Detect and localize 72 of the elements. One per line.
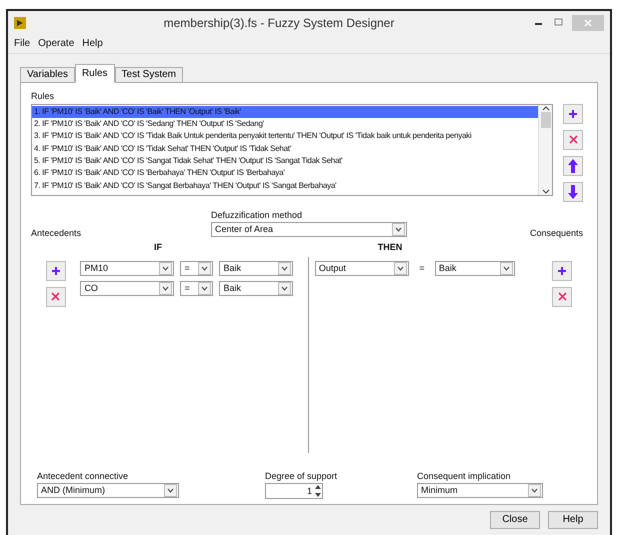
caret-icon	[164, 484, 177, 497]
plus-icon	[557, 266, 568, 276]
close-icon	[51, 292, 60, 302]
window-title: membership(3).fs - Fuzzy System Designer	[162, 16, 396, 30]
delete-consequent-button[interactable]	[552, 286, 572, 307]
rule-item[interactable]: 1. IF 'PM10' IS 'Baik' AND 'CO' IS 'Baik' THEN 'Output' IS 'Baik'	[32, 106, 538, 118]
add-consequent-button[interactable]	[552, 260, 572, 281]
menu-item[interactable]: Operate	[38, 38, 74, 50]
support-spinner[interactable]: 1	[265, 482, 323, 499]
support-label: Degree of support	[265, 470, 338, 481]
add-antecedent-button[interactable]	[46, 260, 66, 281]
move-down-button[interactable]	[563, 182, 583, 202]
implication-label: Consequent implication	[417, 470, 512, 481]
delete-rule-button[interactable]	[563, 130, 583, 150]
chevron-up-icon[interactable]	[542, 104, 550, 111]
caret-icon	[159, 282, 172, 295]
dropdown[interactable]: AND (Minimum)	[37, 482, 179, 498]
close-icon	[558, 292, 567, 302]
tab[interactable]: Variables	[20, 66, 75, 83]
rules-list[interactable]	[31, 104, 553, 196]
rule-item[interactable]: 3. IF 'PM10' IS 'Baik' AND 'CO' IS 'Tidak Baik Untuk penderita penyakit tertentu' THEN 'Output' IS 'Tidak baik untuk penderita penyaki	[32, 130, 538, 143]
caret-icon	[528, 484, 541, 497]
caret-icon	[500, 262, 513, 275]
app-icon	[14, 16, 26, 29]
menu-item[interactable]: Help	[82, 38, 103, 50]
dropdown[interactable]: PM10	[80, 260, 174, 276]
plus-icon	[568, 108, 578, 119]
caret-icon	[394, 262, 407, 275]
dropdown[interactable]: Baik	[219, 260, 294, 276]
rule-item[interactable]: 6. IF 'PM10' IS 'Baik' AND 'CO' IS 'Berbahaya' THEN 'Output' IS 'Berbahaya'	[32, 167, 538, 180]
if-label: IF	[154, 242, 162, 252]
dialog-button[interactable]: Help	[548, 510, 598, 529]
menu-item[interactable]: File	[14, 38, 30, 50]
then-label: THEN	[378, 242, 402, 252]
rule-item[interactable]: 5. IF 'PM10' IS 'Baik' AND 'CO' IS 'Sangat Tidak Sehat' THEN 'Output' IS 'Sangat Tidak Sehat'	[32, 155, 538, 168]
plus-icon	[50, 266, 61, 276]
scroll-thumb[interactable]	[540, 112, 550, 128]
caret-icon	[278, 262, 292, 275]
dropdown[interactable]: Output	[314, 260, 409, 276]
scrollbar[interactable]	[538, 104, 552, 195]
arrow-down-icon	[568, 184, 578, 199]
rule-item[interactable]: 2. IF 'PM10' IS 'Baik' AND 'CO' IS 'Sedang' THEN 'Output' IS 'Sedang'	[32, 118, 538, 130]
defuzzification-label: Defuzzification method	[211, 210, 304, 220]
caret-icon	[198, 282, 212, 295]
close-icon	[568, 135, 578, 144]
caret-icon	[159, 262, 172, 275]
antecedents-label: Antecedents	[31, 226, 82, 238]
delete-antecedent-button[interactable]	[46, 286, 66, 307]
tab[interactable]: Test System	[114, 66, 183, 83]
dropdown[interactable]: CO	[80, 280, 174, 296]
dropdown[interactable]: =	[180, 280, 214, 296]
dropdown[interactable]: Center of Area	[211, 222, 407, 237]
dropdown[interactable]: Baik	[219, 280, 294, 296]
connective-label: Antecedent connective	[37, 470, 130, 481]
rule-item[interactable]: 7. IF 'PM10' IS 'Baik' AND 'CO' IS 'Sangat Berbahaya' THEN 'Output' IS 'Sangat Berbahaya'	[32, 180, 538, 192]
dropdown[interactable]: =	[180, 260, 214, 276]
rules-label: Rules	[31, 90, 56, 101]
dialog-button[interactable]: Close	[490, 510, 540, 529]
arrow-up-icon	[568, 158, 578, 173]
tab[interactable]: Rules	[74, 64, 115, 83]
equals-sign: =	[418, 263, 426, 274]
dropdown[interactable]: Baik	[434, 260, 515, 276]
chevron-down-icon[interactable]	[542, 188, 550, 195]
rule-item[interactable]: 4. IF 'PM10' IS 'Baik' AND 'CO' IS 'Tidak Sehat' THEN 'Output' IS 'Tidak Sehat'	[32, 142, 538, 156]
caret-icon	[392, 222, 405, 236]
dropdown[interactable]: Minimum	[417, 482, 543, 498]
spin-arrows-icon	[314, 484, 322, 498]
add-rule-button[interactable]	[563, 104, 583, 124]
move-up-button[interactable]	[563, 156, 583, 176]
caret-icon	[198, 262, 212, 275]
consequents-label: Consequents	[530, 226, 584, 238]
caret-icon	[278, 282, 292, 295]
